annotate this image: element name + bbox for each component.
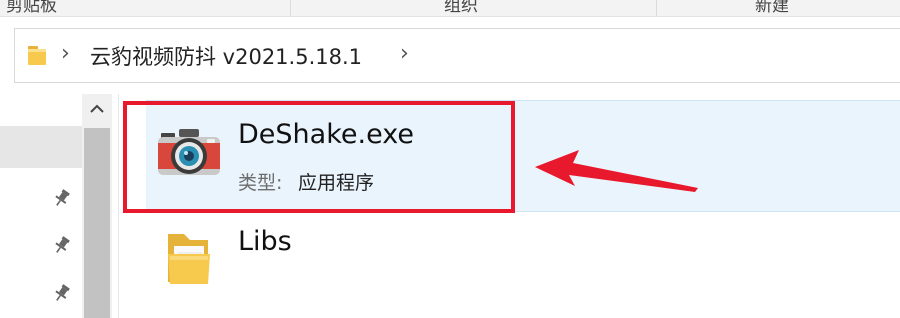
chevron-up-icon bbox=[90, 104, 104, 113]
ribbon: 剪贴板 组织 新建 bbox=[0, 0, 900, 17]
nav-item-selected[interactable] bbox=[0, 126, 82, 168]
ribbon-group-new[interactable]: 新建 bbox=[755, 0, 789, 16]
ribbon-divider bbox=[656, 0, 657, 16]
ribbon-group-organize[interactable]: 组织 bbox=[444, 0, 478, 16]
folder-icon[interactable] bbox=[164, 230, 214, 290]
annotation-arrow bbox=[535, 150, 700, 198]
chevron-right-icon[interactable]: › bbox=[61, 41, 70, 66]
file-name[interactable]: DeShake.exe bbox=[238, 119, 414, 150]
chevron-right-icon[interactable]: › bbox=[400, 41, 409, 66]
pin-icon[interactable] bbox=[52, 283, 72, 307]
nav-scrollbar[interactable] bbox=[82, 94, 112, 318]
navigation-pane bbox=[0, 94, 82, 318]
pin-icon[interactable] bbox=[52, 235, 72, 259]
ribbon-group-clipboard[interactable]: 剪贴板 bbox=[6, 0, 57, 16]
file-type-value: 应用程序 bbox=[298, 172, 375, 194]
ribbon-divider bbox=[290, 0, 291, 16]
pin-icon[interactable] bbox=[52, 188, 72, 212]
pane-divider bbox=[118, 94, 119, 318]
breadcrumb-current-folder[interactable]: 云豹视频防抖 v2021.5.18.1 bbox=[90, 41, 362, 71]
scrollbar-thumb[interactable] bbox=[84, 128, 110, 318]
address-bar[interactable]: › 云豹视频防抖 v2021.5.18.1 › bbox=[14, 28, 900, 83]
camera-icon[interactable] bbox=[157, 127, 221, 181]
scroll-up-button[interactable] bbox=[82, 94, 112, 124]
folder-icon bbox=[27, 43, 49, 71]
file-type-label: 类型: bbox=[238, 172, 283, 194]
file-name[interactable]: Libs bbox=[238, 226, 292, 257]
